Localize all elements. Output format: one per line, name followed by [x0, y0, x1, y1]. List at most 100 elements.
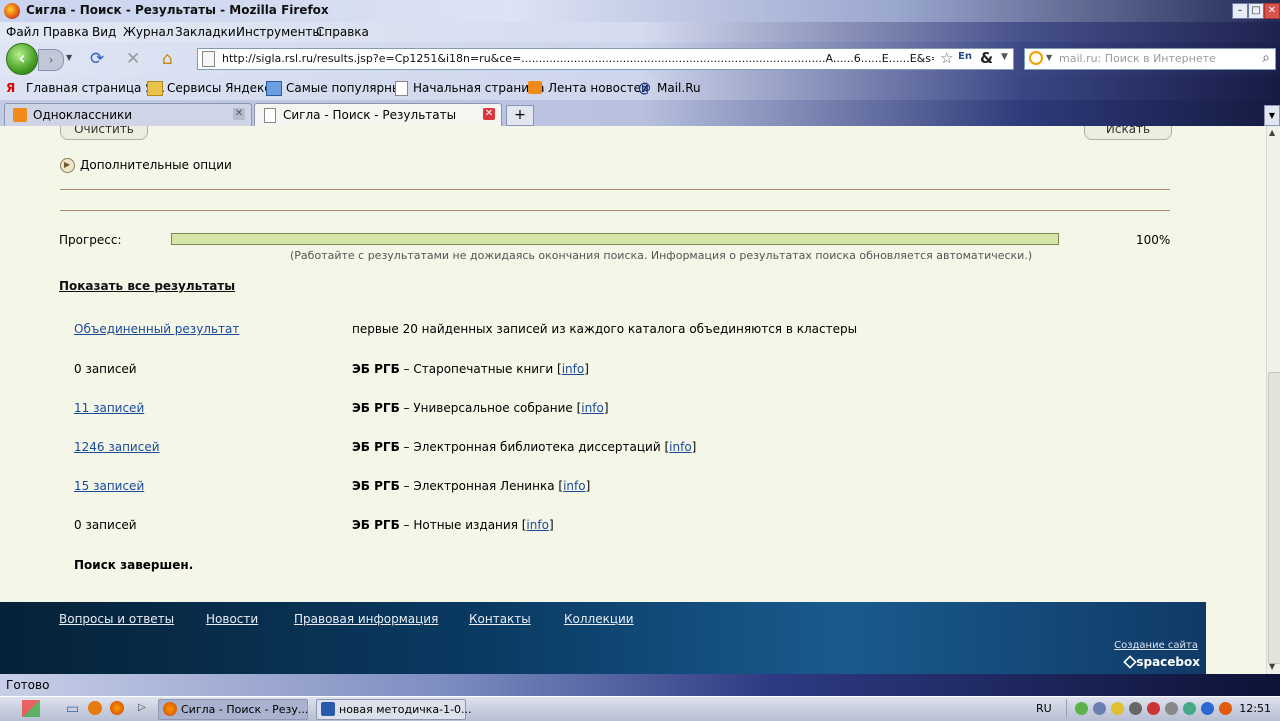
- tray-network-icon[interactable]: [1093, 702, 1106, 715]
- taskbar-button-label: новая методичка-1-0...: [339, 703, 472, 716]
- home-icon[interactable]: ⌂: [162, 50, 173, 68]
- language-icon[interactable]: En: [958, 51, 972, 62]
- bookmark-start-page[interactable]: Начальная страница: [413, 81, 545, 95]
- firefox-quicklaunch-icon[interactable]: [110, 701, 124, 715]
- bracket: ]: [548, 518, 554, 532]
- forward-button[interactable]: ›: [38, 49, 64, 71]
- menu-tools[interactable]: Инструменты: [236, 25, 322, 39]
- bookmark-yandex-home[interactable]: Главная страница Я...: [26, 81, 165, 95]
- catalog-name: – Электронная Ленинка [: [399, 479, 564, 493]
- menu-view[interactable]: Вид: [92, 25, 116, 39]
- tray-firefox-icon[interactable]: [1219, 702, 1232, 715]
- new-tab-button[interactable]: +: [506, 105, 534, 126]
- tab-sigla-results[interactable]: Сигла - Поиск - Результаты ✕: [254, 103, 502, 126]
- result-catalog: ЭБ РГБ – Электронная библиотека диссерта…: [352, 440, 696, 454]
- tray-power-icon[interactable]: [1201, 702, 1214, 715]
- expand-options-icon[interactable]: ▶: [60, 158, 75, 173]
- scroll-down-icon[interactable]: ▼: [1269, 662, 1275, 671]
- footer-link-news[interactable]: Новости: [206, 612, 258, 626]
- result-count-link[interactable]: 11 записей: [74, 401, 144, 415]
- url-text[interactable]: http://sigla.rsl.ru/results.jsp?e=Cp1251…: [222, 52, 934, 65]
- result-count-link[interactable]: 15 записей: [74, 479, 144, 493]
- opera-icon[interactable]: [88, 701, 102, 715]
- tab-odnoklassniki[interactable]: Одноклассники ✕: [4, 103, 252, 126]
- page-gutter: [1206, 602, 1266, 674]
- close-tab-icon[interactable]: ✕: [233, 108, 245, 120]
- page-icon: [202, 51, 215, 67]
- menu-file[interactable]: Файл: [6, 25, 39, 39]
- popular-icon: [266, 81, 282, 96]
- divider: [60, 189, 1170, 190]
- show-desktop-icon[interactable]: ▭: [66, 701, 79, 717]
- result-count-link[interactable]: 1246 записей: [74, 440, 160, 454]
- engine-dropdown-icon[interactable]: ▼: [1046, 53, 1052, 62]
- url-bar[interactable]: http://sigla.rsl.ru/results.jsp?e=Cp1251…: [197, 48, 1014, 70]
- clear-button[interactable]: Очистить: [60, 126, 148, 140]
- back-button[interactable]: ‹: [6, 43, 38, 75]
- search-bar[interactable]: ▼ mail.ru: Поиск в Интернете ⌕: [1024, 48, 1276, 70]
- bookmark-star-icon[interactable]: ☆: [940, 49, 953, 67]
- show-all-results-link[interactable]: Показать все результаты: [59, 279, 235, 293]
- mailru-icon: @: [638, 81, 651, 96]
- scroll-up-icon[interactable]: ▲: [1269, 128, 1275, 137]
- vertical-scrollbar[interactable]: ▲ ▼: [1266, 126, 1280, 674]
- merged-result-link[interactable]: Объединенный результат: [74, 322, 239, 336]
- close-tab-icon[interactable]: ✕: [483, 108, 495, 120]
- tray-app-icon[interactable]: [1075, 702, 1088, 715]
- ampersand-icon[interactable]: &: [980, 49, 993, 67]
- footer-link-contacts[interactable]: Контакты: [469, 612, 531, 626]
- start-windows-icon[interactable]: [22, 700, 40, 717]
- catalog-info-link[interactable]: info: [669, 440, 692, 454]
- tab-list-dropdown-icon[interactable]: ▼: [1264, 105, 1280, 126]
- tray-security-icon[interactable]: [1111, 702, 1124, 715]
- bracket: ]: [603, 401, 609, 415]
- footer-link-faq[interactable]: Вопросы и ответы: [59, 612, 174, 626]
- close-window-button[interactable]: ✕: [1264, 3, 1280, 19]
- menu-history[interactable]: Журнал: [123, 25, 174, 39]
- tray-monitor-icon[interactable]: [1129, 702, 1142, 715]
- scroll-thumb[interactable]: [1268, 372, 1280, 664]
- bookmark-news-feed[interactable]: Лента новостей: [548, 81, 649, 95]
- keyboard-language-indicator[interactable]: RU: [1036, 702, 1052, 715]
- search-placeholder[interactable]: mail.ru: Поиск в Интернете: [1059, 52, 1216, 65]
- catalog-name: – Универсальное собрание [: [399, 401, 582, 415]
- stop-icon[interactable]: ✕: [126, 50, 140, 68]
- url-dropdown-icon[interactable]: ▼: [1001, 52, 1008, 62]
- quicklaunch-expand-icon[interactable]: ▷: [138, 702, 146, 713]
- catalog-source: ЭБ РГБ: [352, 479, 400, 493]
- menu-edit[interactable]: Правка: [43, 25, 89, 39]
- taskbar-button-firefox[interactable]: Сигла - Поиск - Резу...: [158, 699, 308, 720]
- bookmark-mailru[interactable]: Mail.Ru: [657, 81, 701, 95]
- site-maker-link[interactable]: Создание сайта: [1114, 640, 1198, 651]
- tray-antivirus-icon[interactable]: [1147, 702, 1160, 715]
- maximize-button[interactable]: □: [1248, 3, 1264, 19]
- reload-icon[interactable]: ⟳: [90, 50, 104, 68]
- window-title: Сигла - Поиск - Результаты - Mozilla Fir…: [26, 3, 329, 17]
- catalog-info-link[interactable]: info: [563, 479, 586, 493]
- page-icon: [395, 81, 408, 96]
- menu-bookmarks[interactable]: Закладки: [175, 25, 236, 39]
- bookmark-most-popular[interactable]: Самые популярные: [286, 81, 409, 95]
- history-dropdown-icon[interactable]: ▼: [66, 53, 72, 62]
- spacebox-logo[interactable]: spacebox: [1136, 655, 1200, 669]
- merged-result-description: первые 20 найденных записей из каждого к…: [352, 322, 858, 336]
- menu-help[interactable]: Справка: [316, 25, 369, 39]
- bookmark-yandex-services[interactable]: Сервисы Яндекса: [167, 81, 278, 95]
- search-engine-icon[interactable]: [1029, 51, 1043, 65]
- bracket: ]: [584, 362, 589, 376]
- footer-link-legal[interactable]: Правовая информация: [294, 612, 438, 626]
- result-catalog: ЭБ РГБ – Универсальное собрание [info]: [352, 401, 609, 415]
- minimize-button[interactable]: –: [1232, 3, 1248, 19]
- catalog-info-link[interactable]: info: [562, 362, 585, 376]
- menu-bar: Файл Правка Вид Журнал Закладки Инструме…: [0, 22, 1280, 42]
- search-button[interactable]: Искать: [1084, 126, 1172, 140]
- tray-update-icon[interactable]: [1183, 702, 1196, 715]
- catalog-info-link[interactable]: info: [581, 401, 604, 415]
- tray-sound-icon[interactable]: [1165, 702, 1178, 715]
- footer-link-collections[interactable]: Коллекции: [564, 612, 634, 626]
- catalog-source: ЭБ РГБ: [352, 440, 400, 454]
- catalog-info-link[interactable]: info: [526, 518, 549, 532]
- taskbar-button-word[interactable]: новая методичка-1-0...: [316, 699, 472, 720]
- more-options-link[interactable]: Дополнительные опции: [80, 158, 232, 172]
- search-magnifier-icon[interactable]: ⌕: [1262, 50, 1270, 66]
